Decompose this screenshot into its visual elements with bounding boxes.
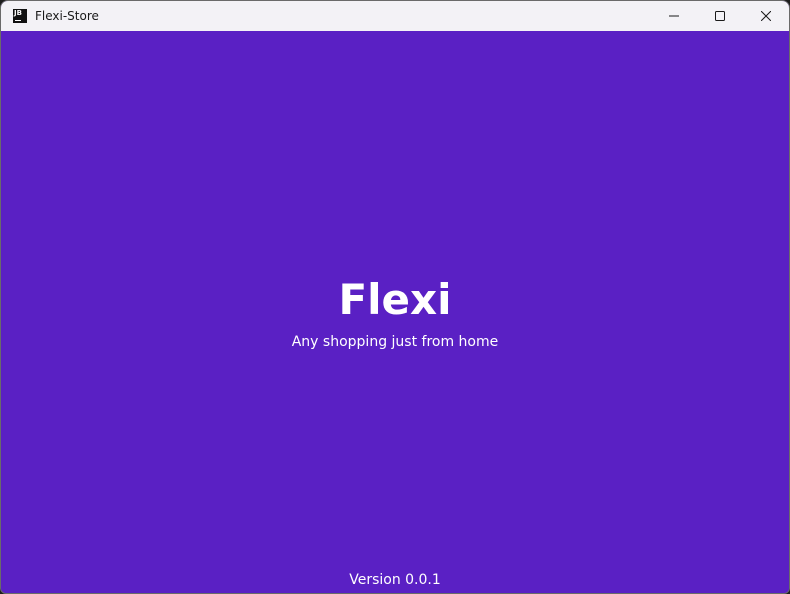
title-bar[interactable]: JB Flexi-Store [1,1,789,31]
jetbrains-app-icon: JB [13,9,27,23]
brand-title: Flexi [338,275,452,324]
version-label: Version 0.0.1 [349,572,441,588]
tagline: Any shopping just from home [291,334,499,350]
close-button[interactable] [743,1,789,31]
app-icon-text: JB [14,9,22,17]
close-icon [761,11,771,21]
splash-screen: Flexi Any shopping just from home Versio… [1,31,789,593]
minimize-button[interactable] [651,1,697,31]
window-controls [651,1,789,31]
app-window: JB Flexi-Store Flexi Any shopping just f… [0,0,790,594]
maximize-icon [715,11,725,21]
maximize-button[interactable] [697,1,743,31]
minimize-icon [669,15,679,17]
window-title: Flexi-Store [35,9,99,23]
